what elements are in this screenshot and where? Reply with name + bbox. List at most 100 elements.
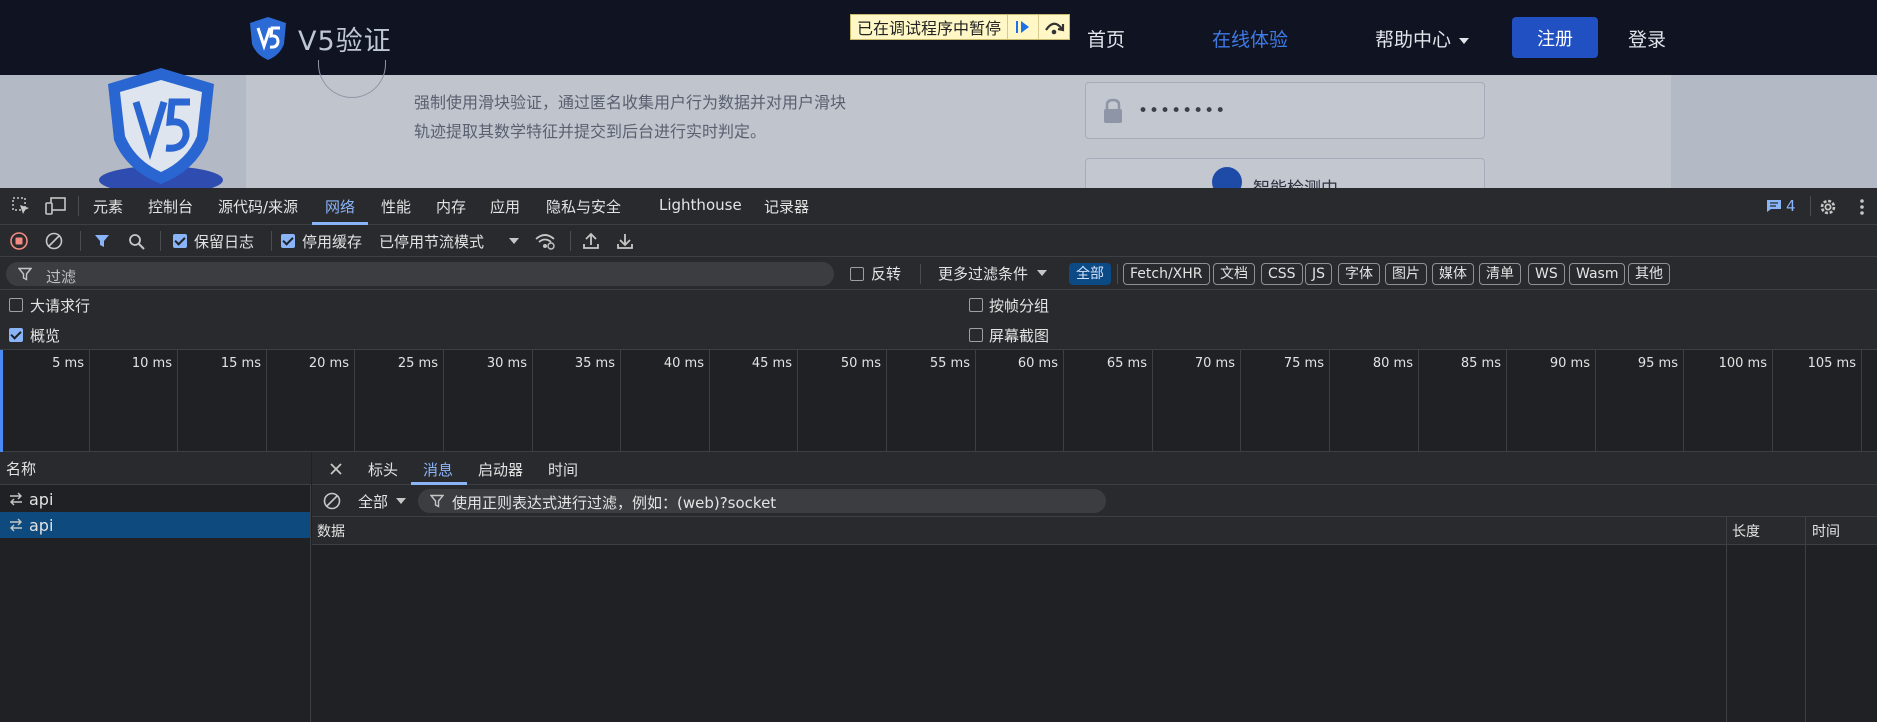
timeline-selection-marker[interactable] <box>0 350 3 452</box>
disable-cache-checkbox[interactable] <box>281 234 295 248</box>
timeline-gridline <box>1329 350 1330 452</box>
timeline-gridline <box>620 350 621 452</box>
type-filter-manifest[interactable]: 清单 <box>1479 263 1521 285</box>
inspect-element-icon[interactable] <box>10 195 32 217</box>
filter-input[interactable]: 过滤 <box>6 262 834 286</box>
search-icon[interactable] <box>127 232 145 250</box>
tab-messages[interactable]: 消息 <box>423 459 453 480</box>
password-value: •••••••• <box>1138 100 1227 121</box>
column-time[interactable]: 时间 <box>1812 521 1840 541</box>
devtools-panel: 元素 控制台 源代码/来源 网络 性能 内存 应用 隐私与安全 Lighthou… <box>0 188 1877 722</box>
tab-timing[interactable]: 时间 <box>548 459 578 480</box>
type-filter-img[interactable]: 图片 <box>1385 263 1427 285</box>
network-conditions-icon[interactable] <box>533 231 557 251</box>
shield-illustration-icon <box>99 68 223 188</box>
resume-icon[interactable] <box>1007 15 1038 39</box>
type-filter-wasm[interactable]: Wasm <box>1569 263 1626 285</box>
more-filters-dropdown[interactable]: 更多过滤条件 <box>938 263 1028 284</box>
issues-counter[interactable]: 4 <box>1766 197 1796 215</box>
group-by-frame-checkbox[interactable] <box>969 298 983 312</box>
messages-filter-bar: 全部 使用正则表达式进行过滤，例如：(web)?socket <box>312 485 1877 517</box>
tab-console[interactable]: 控制台 <box>148 196 193 217</box>
request-row[interactable]: api <box>0 486 310 512</box>
nav-help-center[interactable]: 帮助中心 <box>1375 25 1470 52</box>
divider <box>160 231 161 251</box>
password-field[interactable]: •••••••• <box>1085 82 1485 139</box>
column-divider <box>1805 517 1806 722</box>
step-over-icon[interactable] <box>1038 15 1069 39</box>
nav-online-demo[interactable]: 在线体验 <box>1212 25 1288 52</box>
type-filter-media[interactable]: 媒体 <box>1432 263 1474 285</box>
shield-logo-icon <box>250 17 286 60</box>
name-column-header[interactable]: 名称 <box>0 452 311 485</box>
column-length[interactable]: 长度 <box>1732 521 1760 541</box>
tab-sources[interactable]: 源代码/来源 <box>218 196 298 217</box>
clear-messages-icon[interactable] <box>322 491 342 511</box>
tab-elements[interactable]: 元素 <box>93 196 123 217</box>
type-filter-other[interactable]: 其他 <box>1628 263 1670 285</box>
nav-home[interactable]: 首页 <box>1087 25 1125 52</box>
request-details: 标头 消息 启动器 时间 全部 使用正则表达式进行过滤，例如：(web)?soc… <box>312 452 1877 722</box>
message-icon <box>1767 200 1781 212</box>
register-button[interactable]: 注册 <box>1512 17 1598 58</box>
websocket-icon <box>10 518 22 532</box>
timeline-tick-label: 50 ms <box>840 356 881 371</box>
tab-memory[interactable]: 内存 <box>436 196 466 217</box>
type-filter-ws[interactable]: WS <box>1528 263 1565 285</box>
invert-label: 反转 <box>871 265 902 283</box>
timeline-gridline <box>177 350 178 452</box>
filter-icon[interactable] <box>93 232 111 250</box>
chevron-down-icon <box>1459 37 1470 44</box>
tab-performance[interactable]: 性能 <box>381 196 411 217</box>
screenshots-checkbox[interactable] <box>969 328 983 342</box>
more-options-icon[interactable] <box>1852 195 1872 219</box>
device-toolbar-icon[interactable] <box>44 195 68 217</box>
type-filter-font[interactable]: 字体 <box>1338 263 1380 285</box>
big-request-rows-label: 大请求行 <box>30 297 91 315</box>
type-filter-doc[interactable]: 文档 <box>1213 263 1255 285</box>
type-filter-css[interactable]: CSS <box>1261 263 1303 285</box>
settings-gear-icon[interactable] <box>1816 195 1840 219</box>
type-filter-fetch-xhr[interactable]: Fetch/XHR <box>1123 263 1210 285</box>
overview-checkbox[interactable] <box>9 328 23 342</box>
message-filter-placeholder: 使用正则表达式进行过滤，例如：(web)?socket <box>452 494 777 512</box>
column-data[interactable]: 数据 <box>317 521 345 541</box>
filter-icon <box>18 267 32 281</box>
export-har-icon[interactable] <box>615 231 635 251</box>
tab-initiator[interactable]: 启动器 <box>478 459 523 480</box>
name-header-label: 名称 <box>6 460 37 478</box>
preserve-log-checkbox[interactable] <box>173 234 187 248</box>
request-name: api <box>29 489 54 509</box>
type-filter-all[interactable]: 全部 <box>1069 263 1111 285</box>
tab-headers[interactable]: 标头 <box>368 459 398 480</box>
login-link[interactable]: 登录 <box>1628 25 1666 52</box>
timeline-tick-label: 10 ms <box>131 356 172 371</box>
close-icon[interactable] <box>327 460 345 478</box>
overview-timeline[interactable]: 5 ms 10 ms 15 ms 20 ms 25 ms 30 ms 35 ms 40 ms 4… <box>0 350 1877 452</box>
clear-icon[interactable] <box>45 232 63 250</box>
timeline-gridline <box>1683 350 1684 452</box>
timeline-tick-label: 105 ms <box>1807 356 1856 371</box>
divider <box>271 231 272 251</box>
stop-recording-icon[interactable] <box>10 232 28 250</box>
tab-lighthouse[interactable]: Lighthouse <box>659 196 742 214</box>
type-filter-js[interactable]: JS <box>1305 263 1333 285</box>
filter-icon <box>430 494 444 508</box>
request-row-selected[interactable]: api <box>0 512 310 538</box>
tab-privacy-security[interactable]: 隐私与安全 <box>546 196 621 217</box>
filter-bar: 过滤 反转 更多过滤条件 全部 Fetch/XHR 文档 CSS JS 字体 图… <box>0 257 1877 290</box>
tab-recorder[interactable]: 记录器 <box>764 196 809 217</box>
tab-application[interactable]: 应用 <box>490 196 520 217</box>
invert-checkbox[interactable] <box>850 267 864 281</box>
site-logo[interactable]: V5验证 <box>244 14 394 62</box>
timeline-tick-label: 5 ms <box>52 356 84 371</box>
timeline-tick-label: 45 ms <box>751 356 792 371</box>
big-request-rows-checkbox[interactable] <box>9 298 23 312</box>
import-har-icon[interactable] <box>581 231 601 251</box>
throttling-select[interactable]: 已停用节流模式 <box>379 231 484 252</box>
message-scope-select[interactable]: 全部 <box>358 491 388 512</box>
timeline-tick-label: 65 ms <box>1106 356 1147 371</box>
message-filter-input[interactable]: 使用正则表达式进行过滤，例如：(web)?socket <box>418 489 1106 513</box>
chevron-down-icon <box>509 238 519 244</box>
tab-network[interactable]: 网络 <box>325 196 355 217</box>
